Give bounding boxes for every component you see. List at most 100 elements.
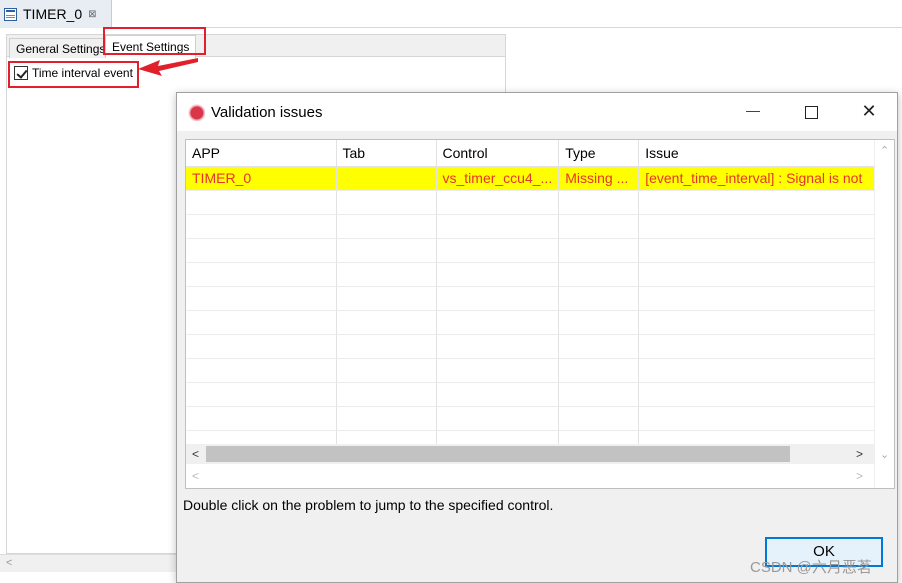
empty-cell	[558, 286, 640, 311]
app-logo-icon	[187, 103, 205, 121]
empty-cell	[186, 286, 337, 311]
empty-cell	[638, 406, 878, 431]
empty-cell	[336, 190, 437, 215]
table-row-empty	[186, 406, 878, 431]
empty-cell	[336, 286, 437, 311]
chevron-down-icon[interactable]: ⌄	[880, 448, 889, 461]
empty-cell	[638, 358, 878, 383]
empty-cell	[436, 238, 560, 263]
dialog-title: Validation issues	[211, 104, 323, 121]
empty-cell	[436, 406, 560, 431]
empty-cell	[186, 214, 337, 239]
dialog-titlebar[interactable]: Validation issues ✕	[177, 93, 897, 131]
empty-cell	[558, 406, 640, 431]
table-row-empty	[186, 190, 878, 215]
editor-form-icon	[4, 7, 17, 21]
empty-cell	[186, 238, 337, 263]
annotation-box-checkbox	[8, 61, 139, 88]
table-row-empty	[186, 358, 878, 383]
empty-cell	[638, 214, 878, 239]
table-vscrollbar[interactable]: ⌃ ⌄	[874, 140, 894, 488]
issues-table: APP Tab Control Type Issue TIMER_0 vs_ti…	[186, 140, 878, 455]
annotation-box-event-tab	[103, 27, 206, 55]
empty-cell	[186, 382, 337, 407]
empty-cell	[558, 214, 640, 239]
empty-cell	[558, 358, 640, 383]
validation-dialog: Validation issues ✕ APP Tab Control Type…	[176, 92, 898, 583]
scroll-left-icon[interactable]: <	[192, 447, 199, 461]
empty-cell	[336, 406, 437, 431]
scroll-right-icon[interactable]: >	[856, 447, 863, 461]
column-header-type[interactable]: Type	[558, 140, 640, 167]
table-row-empty	[186, 262, 878, 287]
empty-cell	[436, 310, 560, 335]
editor-hscrollbar[interactable]: <	[0, 554, 180, 572]
empty-cell	[558, 310, 640, 335]
scroll-right-icon[interactable]: >	[856, 469, 863, 483]
empty-cell	[638, 238, 878, 263]
tab-general-settings[interactable]: General Settings	[9, 38, 113, 58]
table-row[interactable]: TIMER_0 vs_timer_ccu4_... Missing ... [e…	[186, 166, 878, 191]
table-row-empty	[186, 382, 878, 407]
empty-cell	[558, 190, 640, 215]
empty-cell	[436, 190, 560, 215]
column-header-app[interactable]: APP	[186, 140, 337, 167]
column-header-tab[interactable]: Tab	[336, 140, 437, 167]
cell-control: vs_timer_ccu4_...	[436, 166, 560, 191]
empty-cell	[436, 382, 560, 407]
dialog-hint: Double click on the problem to jump to t…	[183, 497, 554, 513]
empty-cell	[436, 334, 560, 359]
empty-cell	[436, 214, 560, 239]
empty-cell	[186, 406, 337, 431]
empty-cell	[638, 334, 878, 359]
cell-issue: [event_time_interval] : Signal is not	[638, 166, 878, 191]
table-row-empty	[186, 310, 878, 335]
close-icon[interactable]: ⊠	[88, 9, 96, 20]
scroll-thumb[interactable]	[206, 446, 790, 462]
issues-table-container: APP Tab Control Type Issue TIMER_0 vs_ti…	[185, 139, 895, 489]
empty-cell	[336, 238, 437, 263]
table-header-row: APP Tab Control Type Issue	[186, 140, 878, 167]
empty-cell	[638, 262, 878, 287]
empty-cell	[558, 382, 640, 407]
empty-cell	[638, 190, 878, 215]
empty-cell	[436, 286, 560, 311]
editor-tab-timer[interactable]: TIMER_0 ⊠	[0, 0, 112, 28]
empty-cell	[186, 262, 337, 287]
empty-cell	[436, 358, 560, 383]
outer-hscrollbar[interactable]: < >	[186, 466, 874, 486]
empty-cell	[336, 334, 437, 359]
column-header-control[interactable]: Control	[436, 140, 560, 167]
cell-tab	[336, 166, 437, 191]
cell-app: TIMER_0	[186, 166, 337, 191]
annotation-arrow-icon	[138, 58, 198, 76]
empty-cell	[186, 334, 337, 359]
empty-cell	[336, 262, 437, 287]
cell-type: Missing ...	[558, 166, 640, 191]
editor-tabbar: TIMER_0 ⊠	[0, 0, 902, 28]
table-hscrollbar[interactable]: < >	[186, 444, 874, 464]
settings-tab-strip: General Settings Event Settings	[6, 34, 506, 58]
empty-cell	[638, 382, 878, 407]
empty-cell	[638, 286, 878, 311]
editor-tab-title: TIMER_0	[23, 6, 83, 22]
minimize-icon[interactable]	[742, 101, 766, 123]
empty-cell	[436, 262, 560, 287]
empty-cell	[186, 190, 337, 215]
scroll-left-icon[interactable]: <	[192, 469, 199, 483]
table-row-empty	[186, 286, 878, 311]
maximize-icon[interactable]	[799, 101, 823, 123]
table-row-empty	[186, 334, 878, 359]
close-icon[interactable]: ✕	[857, 101, 881, 123]
empty-cell	[558, 334, 640, 359]
empty-cell	[186, 310, 337, 335]
empty-cell	[336, 382, 437, 407]
empty-cell	[638, 310, 878, 335]
empty-cell	[558, 238, 640, 263]
scroll-left-icon[interactable]: <	[6, 557, 12, 569]
empty-cell	[186, 358, 337, 383]
chevron-up-icon[interactable]: ⌃	[880, 144, 889, 157]
table-row-empty	[186, 214, 878, 239]
column-header-issue[interactable]: Issue	[638, 140, 878, 167]
empty-cell	[336, 214, 437, 239]
